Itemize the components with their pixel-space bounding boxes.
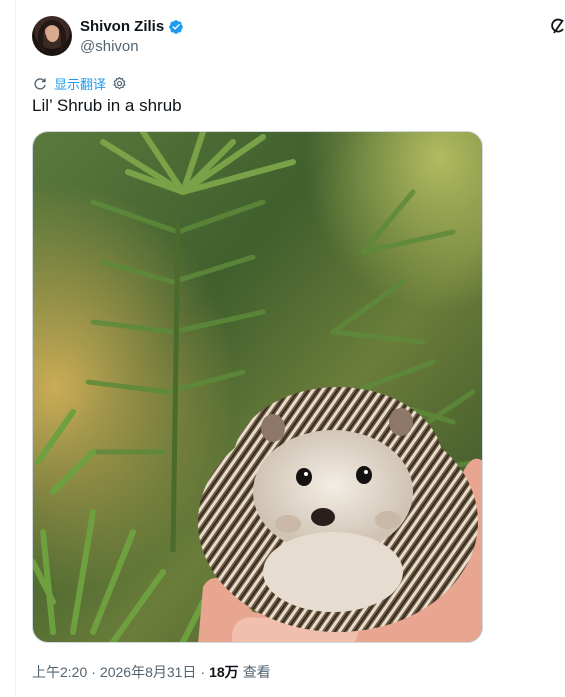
author-name-row[interactable]: Shivon Zilis: [80, 18, 184, 35]
tweet-date[interactable]: 2026年8月31日: [100, 662, 197, 682]
tweet-text: Lil’ Shrub in a shrub: [32, 96, 182, 115]
author-display-name[interactable]: Shivon Zilis: [80, 18, 164, 35]
meta-separator: ·: [91, 664, 96, 680]
tweet-header: Shivon Zilis @shivon: [32, 14, 565, 58]
tweet-photo[interactable]: [32, 131, 483, 643]
show-translation-link[interactable]: 显示翻译: [54, 74, 106, 93]
timeline-border: [15, 0, 16, 697]
translate-row: 显示翻译: [32, 74, 127, 93]
translate-icon[interactable]: [32, 76, 48, 92]
views-label: 查看: [242, 664, 271, 680]
views-count: 18万: [209, 664, 239, 680]
grok-icon[interactable]: [551, 18, 565, 36]
avatar[interactable]: [32, 16, 72, 56]
hedgehog-photo: [33, 132, 482, 642]
verified-badge-icon: [169, 19, 184, 34]
meta-separator: ·: [200, 664, 206, 680]
tweet-meta: 上午2:20 · 2026年8月31日 · 18万 查看: [32, 662, 271, 682]
author-handle[interactable]: @shivon: [80, 38, 139, 55]
gear-icon[interactable]: [112, 76, 127, 91]
tweet-time[interactable]: 上午2:20: [32, 662, 87, 682]
